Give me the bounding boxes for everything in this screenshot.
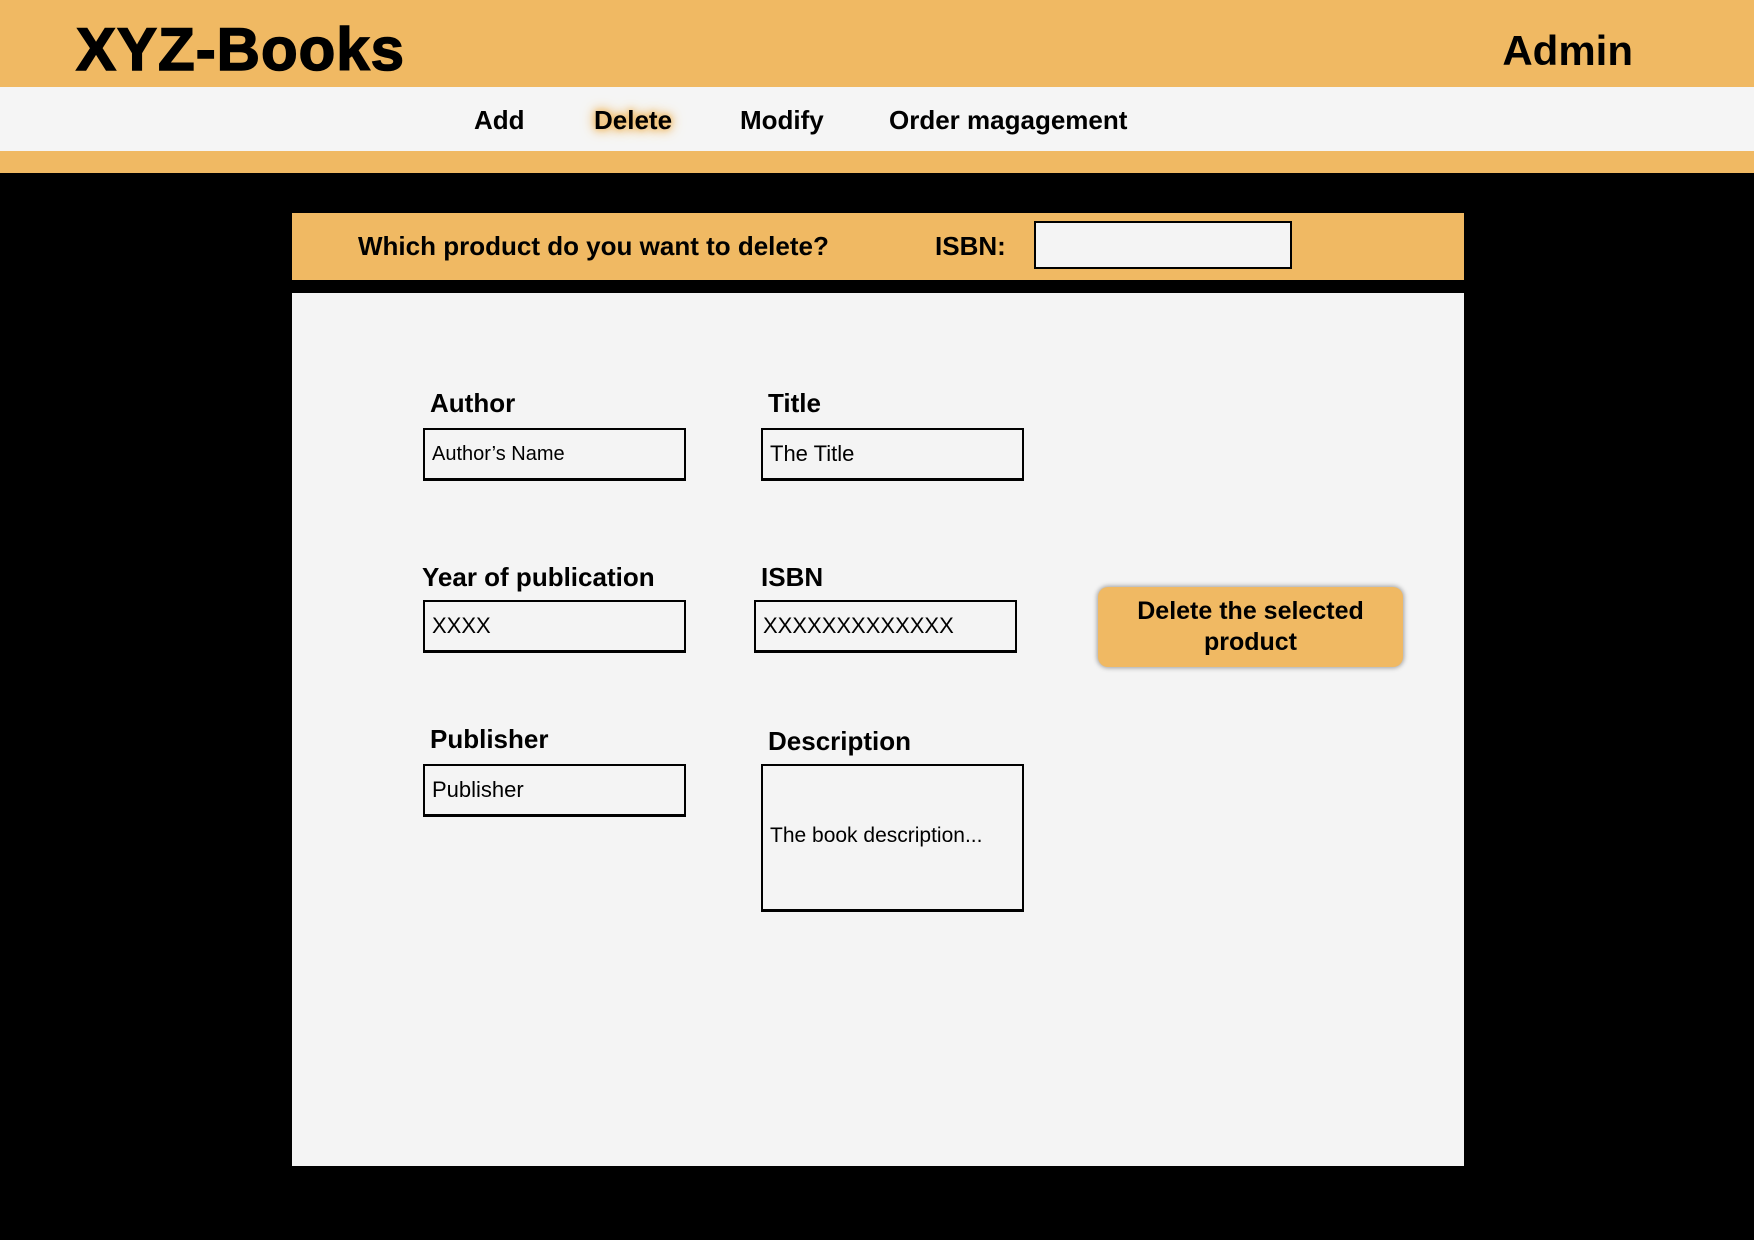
search-isbn-label: ISBN: xyxy=(935,231,1006,261)
author-label: Author xyxy=(430,388,516,418)
nav-item-add[interactable]: Add xyxy=(474,105,525,135)
description-field[interactable]: The book description... xyxy=(761,764,1024,912)
year-label: Year of publication xyxy=(422,562,655,592)
nav-item-order-management[interactable]: Order magagement xyxy=(889,105,1127,135)
main-nav: Add Delete Modify Order magagement xyxy=(0,87,1754,151)
description-label: Description xyxy=(768,726,912,756)
app-header: XYZ-Books Admin xyxy=(0,0,1754,87)
title-label: Title xyxy=(768,388,821,418)
isbn-field[interactable] xyxy=(754,600,1017,653)
nav-item-modify[interactable]: Modify xyxy=(740,105,824,135)
search-isbn-input[interactable] xyxy=(1034,221,1292,269)
publisher-field[interactable] xyxy=(423,764,686,817)
year-field[interactable] xyxy=(423,600,686,653)
isbn-label: ISBN xyxy=(761,562,824,592)
publisher-label: Publisher xyxy=(430,724,549,754)
header-accent-strip xyxy=(0,151,1754,173)
delete-search-bar: Which product do you want to delete? ISB… xyxy=(292,213,1464,280)
delete-question-label: Which product do you want to delete? xyxy=(358,231,829,261)
delete-product-button[interactable]: Delete the selected product xyxy=(1098,587,1403,667)
author-field[interactable] xyxy=(423,428,686,481)
user-role-label[interactable]: Admin xyxy=(1502,26,1633,76)
nav-item-delete[interactable]: Delete xyxy=(594,105,672,135)
product-details-panel: Author Title Year of publication ISBN De… xyxy=(292,293,1464,1166)
title-field[interactable] xyxy=(761,428,1024,481)
app-logo[interactable]: XYZ-Books xyxy=(75,14,405,86)
